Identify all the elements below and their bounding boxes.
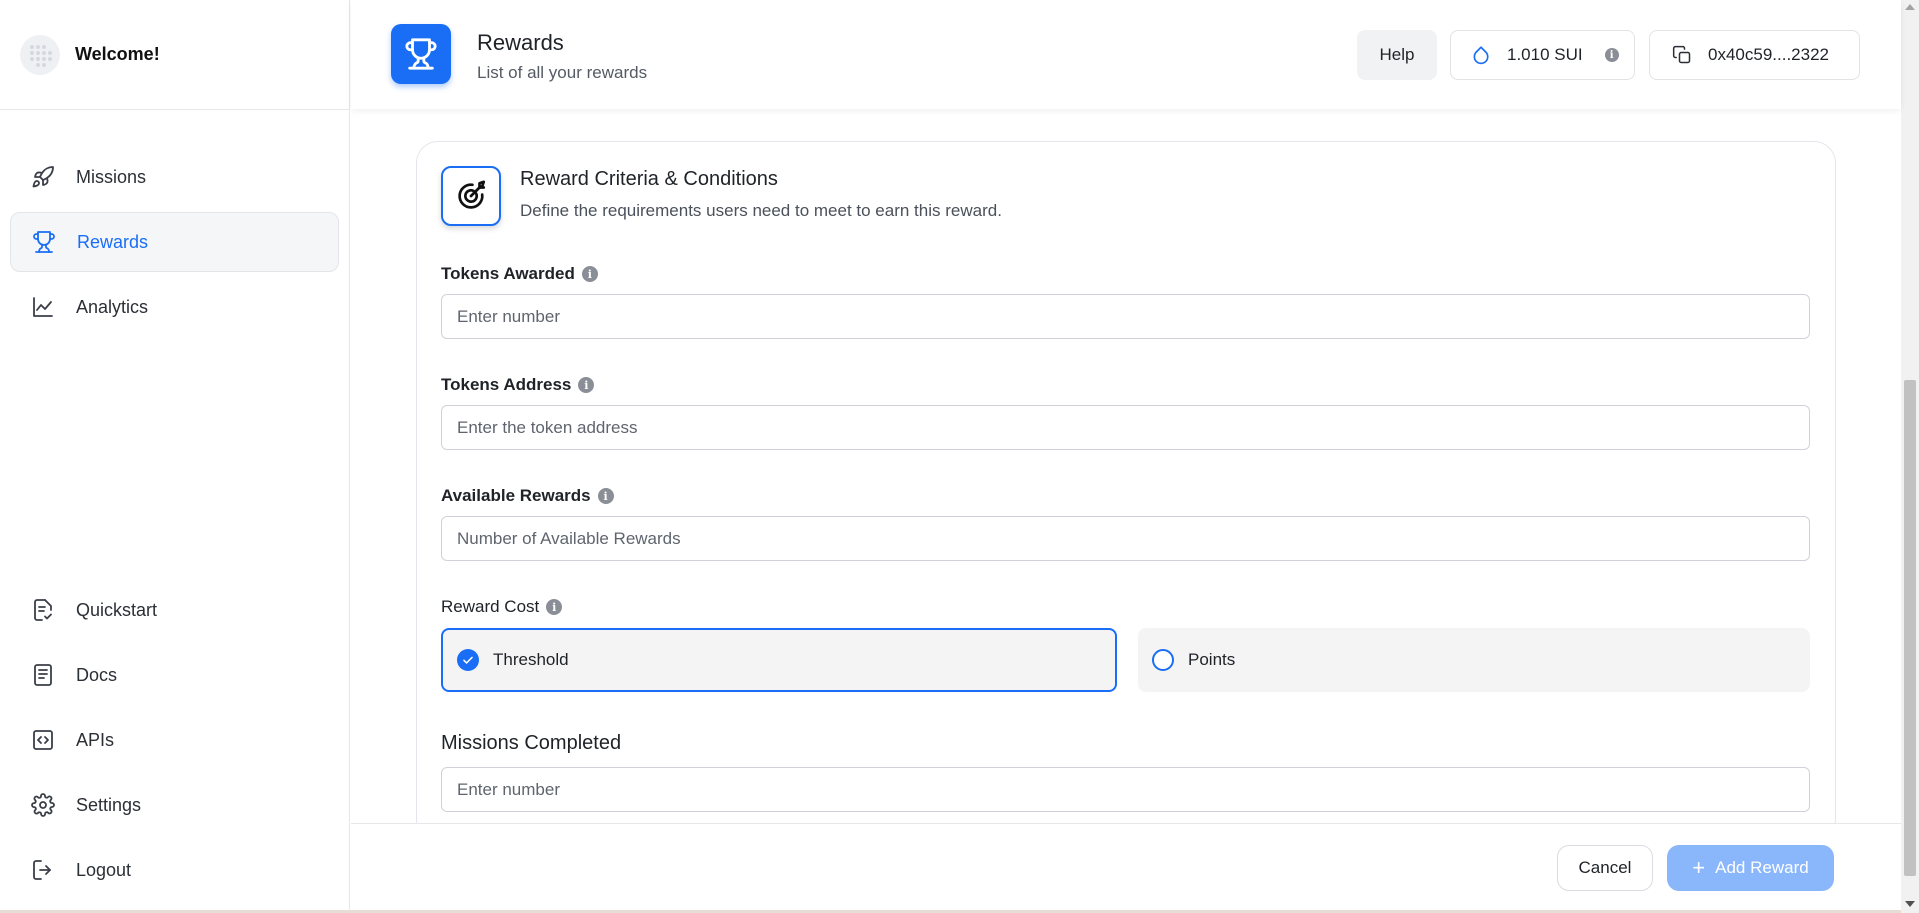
reward-cost-option-points[interactable]: Points [1138,628,1810,692]
trophy-icon [391,24,451,84]
sidebar-item-label: Rewards [77,231,149,252]
field-label-text: Tokens Address [441,375,572,394]
reward-criteria-card: Reward Criteria & Conditions Define the … [416,141,1836,823]
sidebar-item-label: APIs [76,729,115,750]
sidebar: Welcome! Missions Rewards Analytics Quic… [0,0,350,913]
sidebar-item-rewards[interactable]: Rewards [10,212,339,272]
scroll-up-arrow-icon[interactable] [1905,4,1915,10]
tokens-awarded-input[interactable] [441,294,1810,339]
sidebar-item-label: Docs [76,664,118,685]
sidebar-item-label: Logout [76,859,132,880]
droplet-icon [1473,46,1489,65]
sidebar-item-label: Quickstart [76,599,158,620]
help-button[interactable]: Help [1357,30,1437,80]
tokens-address-label: Tokens Address i [441,375,595,395]
available-rewards-input[interactable] [441,516,1810,561]
cancel-button[interactable]: Cancel [1557,845,1653,891]
rocket-icon [30,164,56,190]
welcome-text: Welcome! [75,44,160,64]
sidebar-item-label: Settings [76,794,142,815]
sidebar-item-analytics[interactable]: Analytics [10,277,339,337]
page-header: Rewards List of all your rewards Help 1.… [351,0,1901,109]
logout-icon [30,857,56,883]
missions-completed-label: Missions Completed [441,732,622,754]
check-circle-icon [457,649,479,671]
code-icon [30,727,56,753]
add-reward-label: Add Reward [1715,858,1809,877]
balance-value: 1.010 SUI [1507,45,1583,64]
page-title: Rewards [477,30,564,55]
missions-completed-input[interactable] [441,767,1810,812]
chart-line-icon [30,294,56,320]
brand-header: Welcome! [0,0,349,110]
target-icon [441,166,501,226]
vertical-scrollbar[interactable] [1901,0,1919,913]
wallet-address: 0x40c59....2322 [1708,45,1829,64]
info-icon[interactable]: i [597,488,614,504]
main-content: Reward Criteria & Conditions Define the … [351,109,1901,823]
radio-label: Points [1188,650,1236,669]
document-check-icon [30,597,56,623]
tokens-address-input[interactable] [441,405,1810,450]
form-footer: Cancel + Add Reward [351,823,1901,913]
sidebar-item-apis[interactable]: APIs [10,710,339,770]
plus-icon: + [1692,855,1706,880]
field-label-text: Available Rewards [441,486,591,505]
document-icon [30,662,56,688]
sidebar-item-docs[interactable]: Docs [10,645,339,705]
wallet-address-button[interactable]: 0x40c59....2322 [1649,30,1860,80]
sidebar-item-label: Analytics [76,296,149,317]
field-label-text: Tokens Awarded [441,264,575,283]
sidebar-item-missions[interactable]: Missions [10,147,339,207]
scroll-down-arrow-icon[interactable] [1905,901,1915,907]
sidebar-item-label: Missions [76,166,147,187]
sidebar-nav-main: Missions Rewards Analytics [10,147,339,342]
add-reward-button[interactable]: + Add Reward [1667,845,1834,891]
info-icon[interactable]: i [1604,48,1619,62]
reward-cost-option-threshold[interactable]: Threshold [441,628,1117,692]
available-rewards-label: Available Rewards i [441,486,614,506]
info-icon[interactable]: i [581,266,598,282]
info-icon[interactable]: i [578,377,595,393]
card-title: Reward Criteria & Conditions [520,168,778,190]
scrollbar-thumb[interactable] [1904,380,1916,876]
grid-logo-icon [20,34,60,75]
info-icon[interactable]: i [546,599,563,615]
page-subtitle: List of all your rewards [477,63,648,82]
reward-cost-label: Reward Cost i [441,597,563,617]
field-label-text: Reward Cost [441,597,540,616]
sidebar-item-quickstart[interactable]: Quickstart [10,580,339,640]
sidebar-nav-secondary: Quickstart Docs APIs Settings Logout [10,580,339,905]
balance-button[interactable]: 1.010 SUI i [1450,30,1635,80]
sidebar-item-settings[interactable]: Settings [10,775,339,835]
radio-circle-icon [1152,649,1174,671]
copy-icon [1672,45,1691,64]
trophy-icon [31,229,57,255]
tokens-awarded-label: Tokens Awarded i [441,264,598,284]
sidebar-item-logout[interactable]: Logout [10,840,339,900]
card-description: Define the requirements users need to me… [520,201,1002,220]
radio-label: Threshold [493,650,569,669]
gear-icon [30,792,56,818]
